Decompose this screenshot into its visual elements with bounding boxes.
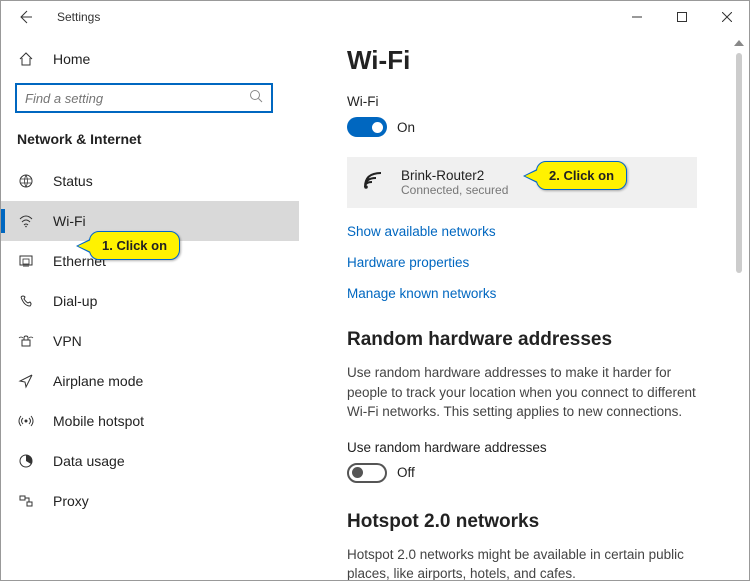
- hardware-properties-link[interactable]: Hardware properties: [347, 255, 725, 270]
- hotspot-heading: Hotspot 2.0 networks: [347, 511, 725, 533]
- proxy-icon: [17, 493, 35, 509]
- minimize-button[interactable]: [614, 2, 659, 32]
- scroll-up-arrow[interactable]: [731, 35, 747, 51]
- sidebar-item-datausage[interactable]: Data usage: [1, 441, 299, 481]
- close-button[interactable]: [704, 2, 749, 32]
- titlebar: Settings: [1, 1, 749, 33]
- callout-2: 2. Click on: [536, 161, 627, 190]
- current-network-card[interactable]: Brink-Router2 Connected, secured: [347, 157, 697, 208]
- sidebar: Home Network & Internet Status Wi-Fi Eth…: [1, 33, 299, 580]
- random-hw-desc: Use random hardware addresses to make it…: [347, 363, 707, 422]
- content-pane: Wi-Fi Wi-Fi On Brink-Router2 Connected, …: [299, 33, 749, 580]
- search-input[interactable]: [25, 91, 249, 106]
- manage-known-link[interactable]: Manage known networks: [347, 286, 725, 301]
- sidebar-item-label: Mobile hotspot: [53, 413, 144, 429]
- sidebar-item-hotspot[interactable]: Mobile hotspot: [1, 401, 299, 441]
- scroll-thumb[interactable]: [736, 53, 742, 273]
- sidebar-item-status[interactable]: Status: [1, 161, 299, 201]
- sidebar-item-label: Dial-up: [53, 293, 97, 309]
- wifi-toggle[interactable]: [347, 117, 387, 137]
- network-status: Connected, secured: [401, 183, 508, 197]
- sidebar-item-label: VPN: [53, 333, 82, 349]
- sidebar-item-label: Airplane mode: [53, 373, 143, 389]
- maximize-button[interactable]: [659, 2, 704, 32]
- home-nav[interactable]: Home: [15, 41, 299, 77]
- wifi-label: Wi-Fi: [347, 94, 725, 109]
- category-heading: Network & Internet: [15, 131, 299, 147]
- hotspot-icon: [17, 413, 35, 429]
- random-hw-toggle-label: Use random hardware addresses: [347, 440, 725, 455]
- sidebar-item-label: Wi-Fi: [53, 213, 86, 229]
- page-title: Wi-Fi: [347, 45, 725, 76]
- back-button[interactable]: [15, 7, 35, 27]
- vpn-icon: [17, 333, 35, 349]
- wifi-toggle-state: On: [397, 120, 415, 135]
- sidebar-item-airplane[interactable]: Airplane mode: [1, 361, 299, 401]
- dialup-icon: [17, 293, 35, 309]
- sidebar-item-dialup[interactable]: Dial-up: [1, 281, 299, 321]
- datausage-icon: [17, 453, 35, 469]
- home-icon: [17, 51, 35, 67]
- sidebar-item-vpn[interactable]: VPN: [1, 321, 299, 361]
- airplane-icon: [17, 373, 35, 389]
- wifi-icon: [17, 213, 35, 229]
- window-title: Settings: [57, 10, 100, 24]
- network-name: Brink-Router2: [401, 168, 508, 183]
- callout-1: 1. Click on: [89, 231, 180, 260]
- sidebar-item-label: Status: [53, 173, 93, 189]
- search-icon: [249, 89, 263, 108]
- sidebar-item-proxy[interactable]: Proxy: [1, 481, 299, 521]
- hotspot-desc: Hotspot 2.0 networks might be available …: [347, 545, 707, 580]
- sidebar-item-label: Data usage: [53, 453, 125, 469]
- sidebar-item-label: Proxy: [53, 493, 89, 509]
- ethernet-icon: [17, 253, 35, 269]
- home-label: Home: [53, 51, 90, 67]
- status-icon: [17, 173, 35, 189]
- random-hw-heading: Random hardware addresses: [347, 329, 725, 351]
- wifi-signal-icon: [361, 167, 387, 198]
- search-box[interactable]: [15, 83, 273, 113]
- show-networks-link[interactable]: Show available networks: [347, 224, 725, 239]
- random-hw-toggle-state: Off: [397, 465, 415, 480]
- random-hw-toggle[interactable]: [347, 463, 387, 483]
- scrollbar[interactable]: [731, 35, 747, 580]
